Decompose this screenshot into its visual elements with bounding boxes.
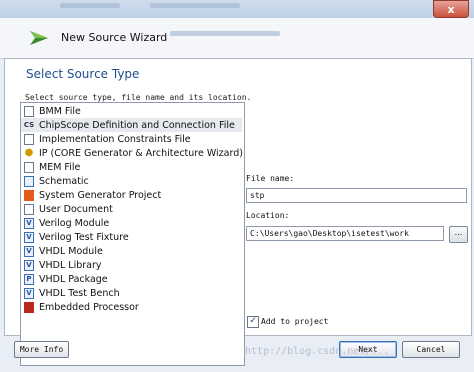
browse-button[interactable]: ... [449,226,468,243]
list-item-label: Schematic [39,175,89,187]
blurred-background-text [150,3,240,8]
file-name-input[interactable]: stp [246,188,467,203]
close-button[interactable]: x [433,0,469,18]
document-icon [24,161,34,173]
instructions-text: Select source type, file name and its lo… [25,93,252,102]
list-item-label: BMM File [39,105,81,117]
list-item-label: VHDL Package [39,273,108,285]
blurred-background-text [170,31,280,36]
section-title: Select Source Type [26,67,140,81]
wizard-arrow-icon [30,31,48,45]
list-item-label: VHDL Module [39,245,103,257]
list-item[interactable]: User Document [21,202,242,216]
list-item-label: MEM File [39,161,81,173]
add-to-project-label: Add to project [261,317,329,326]
list-item-label: IP (CORE Generator & Architecture Wizard… [39,147,243,159]
wizard-title: New Source Wizard [61,31,168,44]
chipscope-icon: CS [23,120,35,129]
list-item[interactable]: V VHDL Library [21,258,242,272]
list-item-label: System Generator Project [39,189,162,201]
vhdl-icon: V [24,259,34,271]
list-item-label: Verilog Module [39,217,110,229]
more-info-button[interactable]: More Info [14,341,69,358]
location-input[interactable]: C:\Users\gao\Desktop\isetest\work [246,226,444,241]
title-bar: x [0,0,474,18]
file-name-label: File name: [246,174,295,183]
list-item[interactable]: ● IP (CORE Generator & Architecture Wiza… [21,146,243,160]
cancel-button[interactable]: Cancel [402,341,460,358]
list-item-label: ChipScope Definition and Connection File [39,119,235,131]
list-item[interactable]: V Verilog Module [21,216,242,230]
verilog-icon: V [24,231,34,243]
lightbulb-icon: ● [24,147,34,158]
document-icon [24,105,34,117]
list-item-label: Implementation Constraints File [39,133,191,145]
watermark: http://blog.csdn.net/... [245,346,390,357]
document-icon [24,133,34,145]
list-item[interactable]: Embedded Processor [21,300,242,314]
document-icon [24,203,34,215]
list-item[interactable]: Implementation Constraints File [21,132,242,146]
location-label: Location: [246,211,290,220]
sysgen-icon [24,189,34,201]
vhdl-icon: P [24,273,34,285]
list-item-label: User Document [39,203,113,215]
list-item[interactable]: Schematic [21,174,242,188]
schematic-icon [24,175,34,187]
list-item[interactable]: V VHDL Test Bench [21,286,242,300]
list-item-label: Verilog Test Fixture [39,231,129,243]
list-item[interactable]: MEM File [21,160,242,174]
list-item[interactable]: P VHDL Package [21,272,242,286]
list-item[interactable]: CS ChipScope Definition and Connection F… [21,118,242,132]
list-item[interactable]: V Verilog Test Fixture [21,230,242,244]
vhdl-icon: V [24,287,34,299]
list-item-label: Embedded Processor [39,301,139,313]
wizard-header: New Source Wizard [0,18,474,59]
list-item[interactable]: BMM File [21,104,242,118]
source-type-list[interactable]: BMM File CS ChipScope Definition and Con… [20,102,245,366]
blurred-background-text [60,3,120,8]
list-item-label: VHDL Test Bench [39,287,120,299]
list-item-label: VHDL Library [39,259,102,271]
list-item[interactable]: System Generator Project [21,188,242,202]
vhdl-icon: V [24,245,34,257]
processor-icon [24,301,34,313]
verilog-icon: V [24,217,34,229]
add-to-project-checkbox[interactable]: ✓ [247,316,259,328]
list-item[interactable]: V VHDL Module [21,244,242,258]
